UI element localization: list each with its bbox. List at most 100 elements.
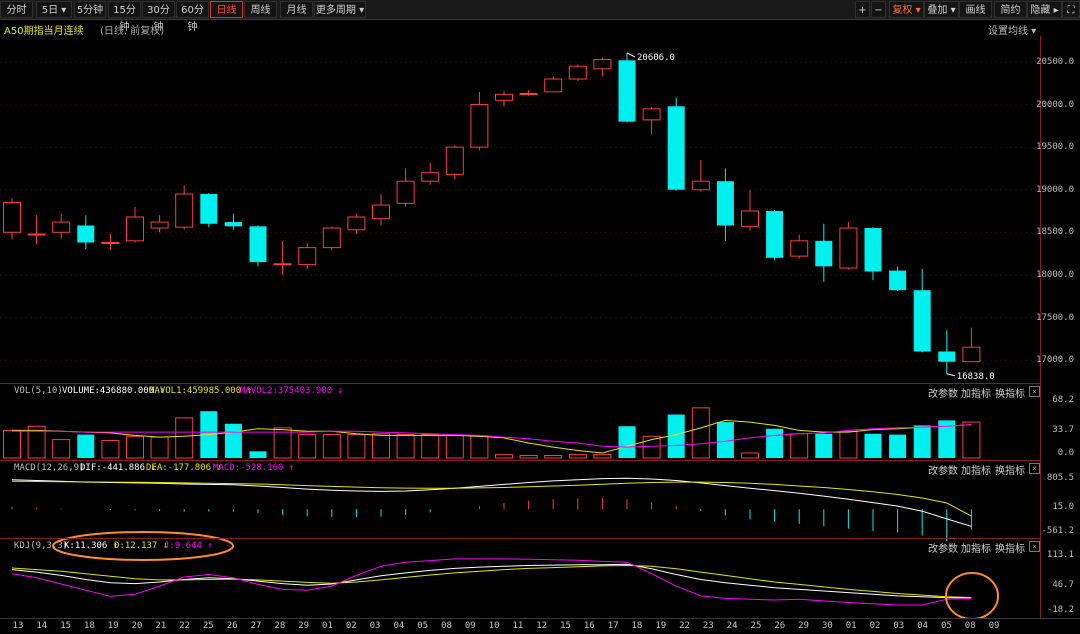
candle-body-up: [126, 216, 144, 242]
candle-body-down: [913, 290, 931, 352]
date-tick-label: 03: [369, 621, 381, 631]
candle-body-down: [249, 226, 267, 263]
candle-body-up: [470, 104, 489, 148]
date-tick-label: 22: [179, 621, 191, 631]
candle-body-down: [938, 351, 956, 362]
macd-tick-label: -561.2: [1041, 526, 1074, 536]
panel-separator-vol: [0, 383, 1040, 384]
candle-body-up: [273, 263, 292, 266]
date-tick-label: 15: [560, 621, 571, 631]
volume-bar-up: [175, 417, 194, 459]
date-tick-label: 29: [298, 621, 310, 631]
macd-dif-line: [11, 477, 972, 527]
vol-tick-label: 0.0: [1057, 448, 1074, 458]
candle-body-down: [200, 193, 218, 224]
date-tick-label: 09: [988, 621, 1000, 631]
volume-bar-up: [298, 434, 317, 459]
date-tick-label: 09: [464, 621, 476, 631]
volume-bar-down: [618, 426, 636, 458]
vol-close-icon[interactable]: ×: [1029, 386, 1040, 397]
date-tick-label: 19: [107, 621, 119, 631]
candle-body-up: [741, 210, 759, 227]
date-tick-label: 04: [393, 621, 405, 631]
macd-title: MACD(12,26,9): [14, 463, 85, 473]
date-tick-label: 29: [798, 621, 809, 631]
macd-close-icon[interactable]: ×: [1029, 463, 1040, 474]
kdj-tick-label: 113.1: [1046, 550, 1074, 560]
candle-body-up: [372, 204, 390, 220]
macd-edit-params-button[interactable]: 改参数: [928, 462, 958, 477]
volume-bar-up: [790, 433, 809, 459]
date-tick-label: 01: [322, 621, 333, 631]
volume-bar-up: [839, 430, 858, 459]
date-tick-label: 12: [536, 621, 548, 631]
vol-mavol2: MAVOL2:375403.900 ↓: [240, 386, 343, 396]
macd-add-indicator-button[interactable]: 加指标: [961, 462, 991, 477]
kdj-edit-params-button[interactable]: 改参数: [928, 540, 958, 555]
candle-body-up: [3, 201, 21, 233]
kdj-k-line: [11, 563, 972, 599]
date-tick-label: 11: [512, 621, 524, 631]
candle-body-up: [519, 93, 538, 96]
volume-bar-up: [101, 439, 120, 459]
candle-body-up: [568, 65, 587, 80]
kdj-add-indicator-button[interactable]: 加指标: [961, 540, 991, 555]
date-tick-label: 30: [821, 621, 833, 631]
date-tick-label: 18: [631, 621, 643, 631]
volume-bar-down: [249, 451, 267, 458]
date-tick-label: 03: [893, 621, 905, 631]
vol-edit-params-button[interactable]: 改参数: [928, 385, 958, 400]
macd-tick-label: 805.5: [1046, 473, 1074, 483]
vol-change-indicator-button[interactable]: 换指标: [995, 385, 1025, 400]
candle-body-up: [396, 180, 415, 204]
volume-bar-down: [864, 433, 882, 458]
candle-body-down: [766, 211, 784, 258]
date-tick-label: 02: [345, 621, 357, 631]
macd-change-indicator-button[interactable]: 换指标: [995, 462, 1025, 477]
volume-bar-up: [52, 439, 71, 459]
date-tick-label: 17: [607, 621, 619, 631]
volume-bar-up: [470, 435, 489, 459]
volume-bar-up: [126, 435, 144, 459]
candle-body-up: [27, 233, 46, 236]
low-marker-line: [946, 373, 955, 377]
candle-body-up: [962, 346, 981, 363]
candle-body-up: [52, 221, 71, 233]
candle-body-up: [347, 216, 366, 231]
date-tick-label: 19: [655, 621, 667, 631]
price-tick-label: 18000.0: [1036, 270, 1074, 280]
kdj-close-icon[interactable]: ×: [1029, 541, 1040, 552]
vol-add-indicator-button[interactable]: 加指标: [961, 385, 991, 400]
candle-body-up: [790, 240, 809, 257]
kdj-d-line: [11, 564, 972, 598]
high-price-label: 20606.0: [637, 53, 675, 63]
candle-body-up: [322, 227, 341, 249]
vol-tick-label: 68.2: [1052, 395, 1074, 405]
vol-mavol1: MAVOL1:459985.000 ↑: [149, 386, 252, 396]
candle-body-up: [421, 172, 440, 182]
date-tick-label: 15: [60, 621, 72, 631]
volume-bar-up: [347, 434, 366, 459]
volume-bar-up: [322, 434, 341, 459]
date-axis: 13 14 15 18 19 20 21 22 25 26 27 28 29 01 02 03 04 05 08 09…: [0, 618, 1080, 634]
kdj-tick-label: -18.2: [1046, 605, 1074, 615]
date-tick-label: 26: [774, 621, 786, 631]
volume-bar-down: [77, 434, 95, 458]
volume-bar-up: [421, 434, 440, 459]
candle-body-up: [445, 146, 464, 175]
volume-bar-down: [766, 428, 784, 458]
candle-body-up: [544, 78, 563, 93]
volume-bar-down: [889, 434, 907, 458]
date-tick-label: 20: [131, 621, 143, 631]
macd-dea: DEA:-177.806 ↓: [146, 463, 222, 473]
volume-bar-up: [691, 407, 710, 459]
date-tick-label: 01: [845, 621, 857, 631]
price-tick-label: 20000.0: [1036, 99, 1074, 110]
date-tick-label: 05: [417, 621, 429, 631]
date-tick-label: 10: [488, 621, 500, 631]
date-tick-label: 25: [203, 621, 214, 631]
date-tick-label: 13: [12, 621, 24, 631]
date-tick-label: 02: [869, 621, 881, 631]
price-tick-label: 20500.0: [1036, 57, 1074, 67]
kdj-change-indicator-button[interactable]: 换指标: [995, 540, 1025, 555]
